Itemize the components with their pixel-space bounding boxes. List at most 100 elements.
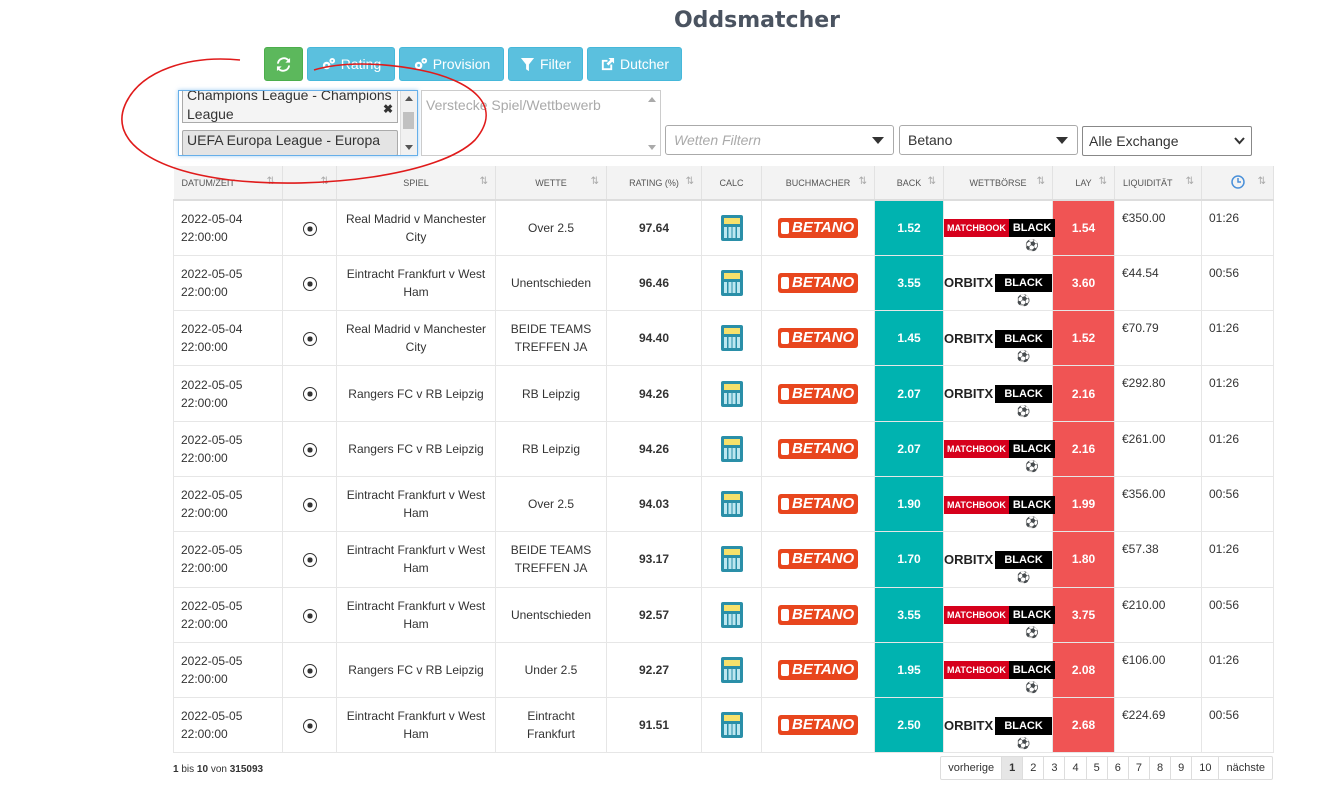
table-row[interactable]: 2022-05-05 22:00:00 Rangers FC v RB Leipzi… xyxy=(173,420,1274,477)
header-date[interactable]: Datum/Zeit ⇅ xyxy=(173,166,283,201)
exchange-cell[interactable]: ORBITX BLACK⚽ xyxy=(943,254,1053,312)
sort-icon[interactable]: ⇅ xyxy=(480,176,488,187)
competition-option[interactable]: UEFA Europa League - Europa xyxy=(182,130,398,155)
calculator-icon[interactable] xyxy=(720,712,743,739)
sort-icon[interactable]: ⇅ xyxy=(591,176,599,187)
scrollbar[interactable] xyxy=(400,91,417,155)
table-row[interactable]: 2022-05-05 22:00:00 Rangers FC v RB Leipzi… xyxy=(173,365,1274,422)
sort-icon[interactable]: ⇅ xyxy=(1037,176,1045,187)
calc-cell[interactable] xyxy=(701,254,762,312)
calc-cell[interactable] xyxy=(701,420,762,477)
calculator-icon[interactable] xyxy=(720,214,743,241)
betano-logo[interactable]: BETANO xyxy=(778,604,858,625)
table-row[interactable]: 2022-05-04 22:00:00 Real Madrid v Manchest… xyxy=(173,310,1274,367)
rating-button[interactable]: Rating xyxy=(307,47,395,81)
dutcher-button[interactable]: Dutcher xyxy=(587,47,682,81)
header-bookmaker[interactable]: Buchmacher ⇅ xyxy=(761,166,875,201)
calculator-icon[interactable] xyxy=(720,657,743,684)
pagination-page[interactable]: 3 xyxy=(1044,757,1066,779)
refresh-button[interactable] xyxy=(264,47,303,81)
bookmaker-cell[interactable]: BETANO xyxy=(761,586,875,643)
scroll-up-icon[interactable] xyxy=(405,96,413,101)
calculator-icon[interactable] xyxy=(720,435,743,462)
betano-logo[interactable]: BETANO xyxy=(778,383,858,404)
scroll-up-icon[interactable] xyxy=(648,97,656,102)
remove-tag-icon[interactable]: ✖ xyxy=(383,100,393,119)
bookmaker-cell[interactable]: BETANO xyxy=(761,199,875,256)
pagination-page[interactable]: 1 xyxy=(1002,757,1024,779)
calculator-icon[interactable] xyxy=(720,546,743,573)
betano-logo[interactable]: BETANO xyxy=(778,438,858,459)
pagination-page[interactable]: 7 xyxy=(1129,757,1150,779)
sort-icon[interactable]: ⇅ xyxy=(321,176,329,187)
betano-logo[interactable]: BETANO xyxy=(778,272,858,293)
sort-icon[interactable]: ⇅ xyxy=(1258,176,1266,187)
table-row[interactable]: 2022-05-05 22:00:00 Eintracht Frankfurt v … xyxy=(173,531,1274,588)
table-row[interactable]: 2022-05-05 22:00:00 Eintracht Frankfurt v … xyxy=(173,254,1274,312)
scroll-down-icon[interactable] xyxy=(405,145,413,150)
calculator-icon[interactable] xyxy=(720,380,743,407)
header-back[interactable]: Back ⇅ xyxy=(874,166,944,201)
table-row[interactable]: 2022-05-05 22:00:00 Eintracht Frankfurt v … xyxy=(173,475,1274,533)
pagination-page[interactable]: 9 xyxy=(1171,757,1193,779)
calc-cell[interactable] xyxy=(701,641,762,699)
competition-multiselect[interactable]: Champions League - Champions League ✖ UE… xyxy=(178,90,418,156)
exchange-cell[interactable]: ORBITX BLACK⚽ xyxy=(943,365,1053,422)
bookmaker-cell[interactable]: BETANO xyxy=(761,254,875,312)
hide-match-input[interactable]: Verstecke Spiel/Wettbewerb xyxy=(421,90,661,156)
pagination-page[interactable]: 2 xyxy=(1023,757,1045,779)
calc-cell[interactable] xyxy=(701,475,762,533)
selected-competition-tag[interactable]: Champions League - Champions League ✖ xyxy=(182,91,398,123)
table-row[interactable]: 2022-05-05 22:00:00 Eintracht Frankfurt v … xyxy=(173,586,1274,643)
bookmaker-cell[interactable]: BETANO xyxy=(761,420,875,477)
sort-icon[interactable]: ⇅ xyxy=(686,176,694,187)
bookmaker-cell[interactable]: BETANO xyxy=(761,697,875,754)
exchange-cell[interactable]: MATCHBOOK BLACK⚽ xyxy=(943,420,1056,477)
scroll-down-icon[interactable] xyxy=(648,145,656,150)
bet-filter-select[interactable]: Wetten Filtern xyxy=(665,125,894,155)
header-countdown[interactable]: ⇅ xyxy=(1201,166,1274,201)
exchange-select[interactable]: Alle Exchange xyxy=(1082,126,1252,156)
pagination-page[interactable]: 5 xyxy=(1087,757,1108,779)
betano-logo[interactable]: BETANO xyxy=(778,217,858,238)
exchange-cell[interactable]: ORBITX BLACK⚽ xyxy=(943,697,1053,754)
exchange-cell[interactable]: ORBITX BLACK⚽ xyxy=(943,310,1053,367)
betano-logo[interactable]: BETANO xyxy=(778,494,858,515)
betano-logo[interactable]: BETANO xyxy=(778,715,858,736)
pagination-next[interactable]: nächste xyxy=(1219,757,1272,779)
calculator-icon[interactable] xyxy=(720,325,743,352)
betano-logo[interactable]: BETANO xyxy=(778,328,858,349)
scrollbar-thumb[interactable] xyxy=(403,112,414,129)
betano-logo[interactable]: BETANO xyxy=(778,660,858,681)
calculator-icon[interactable] xyxy=(720,491,743,518)
header-bet[interactable]: Wette ⇅ xyxy=(495,166,607,201)
filter-button[interactable]: Filter xyxy=(508,47,583,81)
bookmaker-cell[interactable]: BETANO xyxy=(761,310,875,367)
header-sport[interactable]: ⇅ xyxy=(282,166,337,201)
bookmaker-cell[interactable]: BETANO xyxy=(761,531,875,588)
sort-icon[interactable]: ⇅ xyxy=(1186,176,1194,187)
sort-icon[interactable]: ⇅ xyxy=(1099,176,1107,187)
sort-icon[interactable]: ⇅ xyxy=(859,176,867,187)
bookmaker-cell[interactable]: BETANO xyxy=(761,475,875,533)
header-lay[interactable]: Lay ⇅ xyxy=(1052,166,1115,201)
provision-button[interactable]: Provision xyxy=(399,47,504,81)
calculator-icon[interactable] xyxy=(720,601,743,628)
calc-cell[interactable] xyxy=(701,586,762,643)
table-row[interactable]: 2022-05-05 22:00:00 Rangers FC v RB Leipzi… xyxy=(173,641,1274,699)
betano-logo[interactable]: BETANO xyxy=(778,549,858,570)
table-row[interactable]: 2022-05-05 22:00:00 Eintracht Frankfurt v … xyxy=(173,697,1274,754)
pagination-page[interactable]: 8 xyxy=(1150,757,1172,779)
pagination-page[interactable]: 4 xyxy=(1065,757,1087,779)
table-row[interactable]: 2022-05-04 22:00:00 Real Madrid v Manchest… xyxy=(173,199,1274,256)
calc-cell[interactable] xyxy=(701,199,762,256)
pagination-page[interactable]: 6 xyxy=(1108,757,1129,779)
pagination-prev[interactable]: vorherige xyxy=(941,757,1003,779)
bookmaker-select[interactable]: Betano xyxy=(899,125,1078,155)
pagination-page[interactable]: 10 xyxy=(1192,757,1220,779)
header-liquidity[interactable]: Liquidität ⇅ xyxy=(1114,166,1202,201)
bookmaker-cell[interactable]: BETANO xyxy=(761,365,875,422)
header-rating[interactable]: Rating (%) ⇅ xyxy=(606,166,702,201)
exchange-cell[interactable]: MATCHBOOK BLACK⚽ xyxy=(943,641,1056,699)
calc-cell[interactable] xyxy=(701,365,762,422)
